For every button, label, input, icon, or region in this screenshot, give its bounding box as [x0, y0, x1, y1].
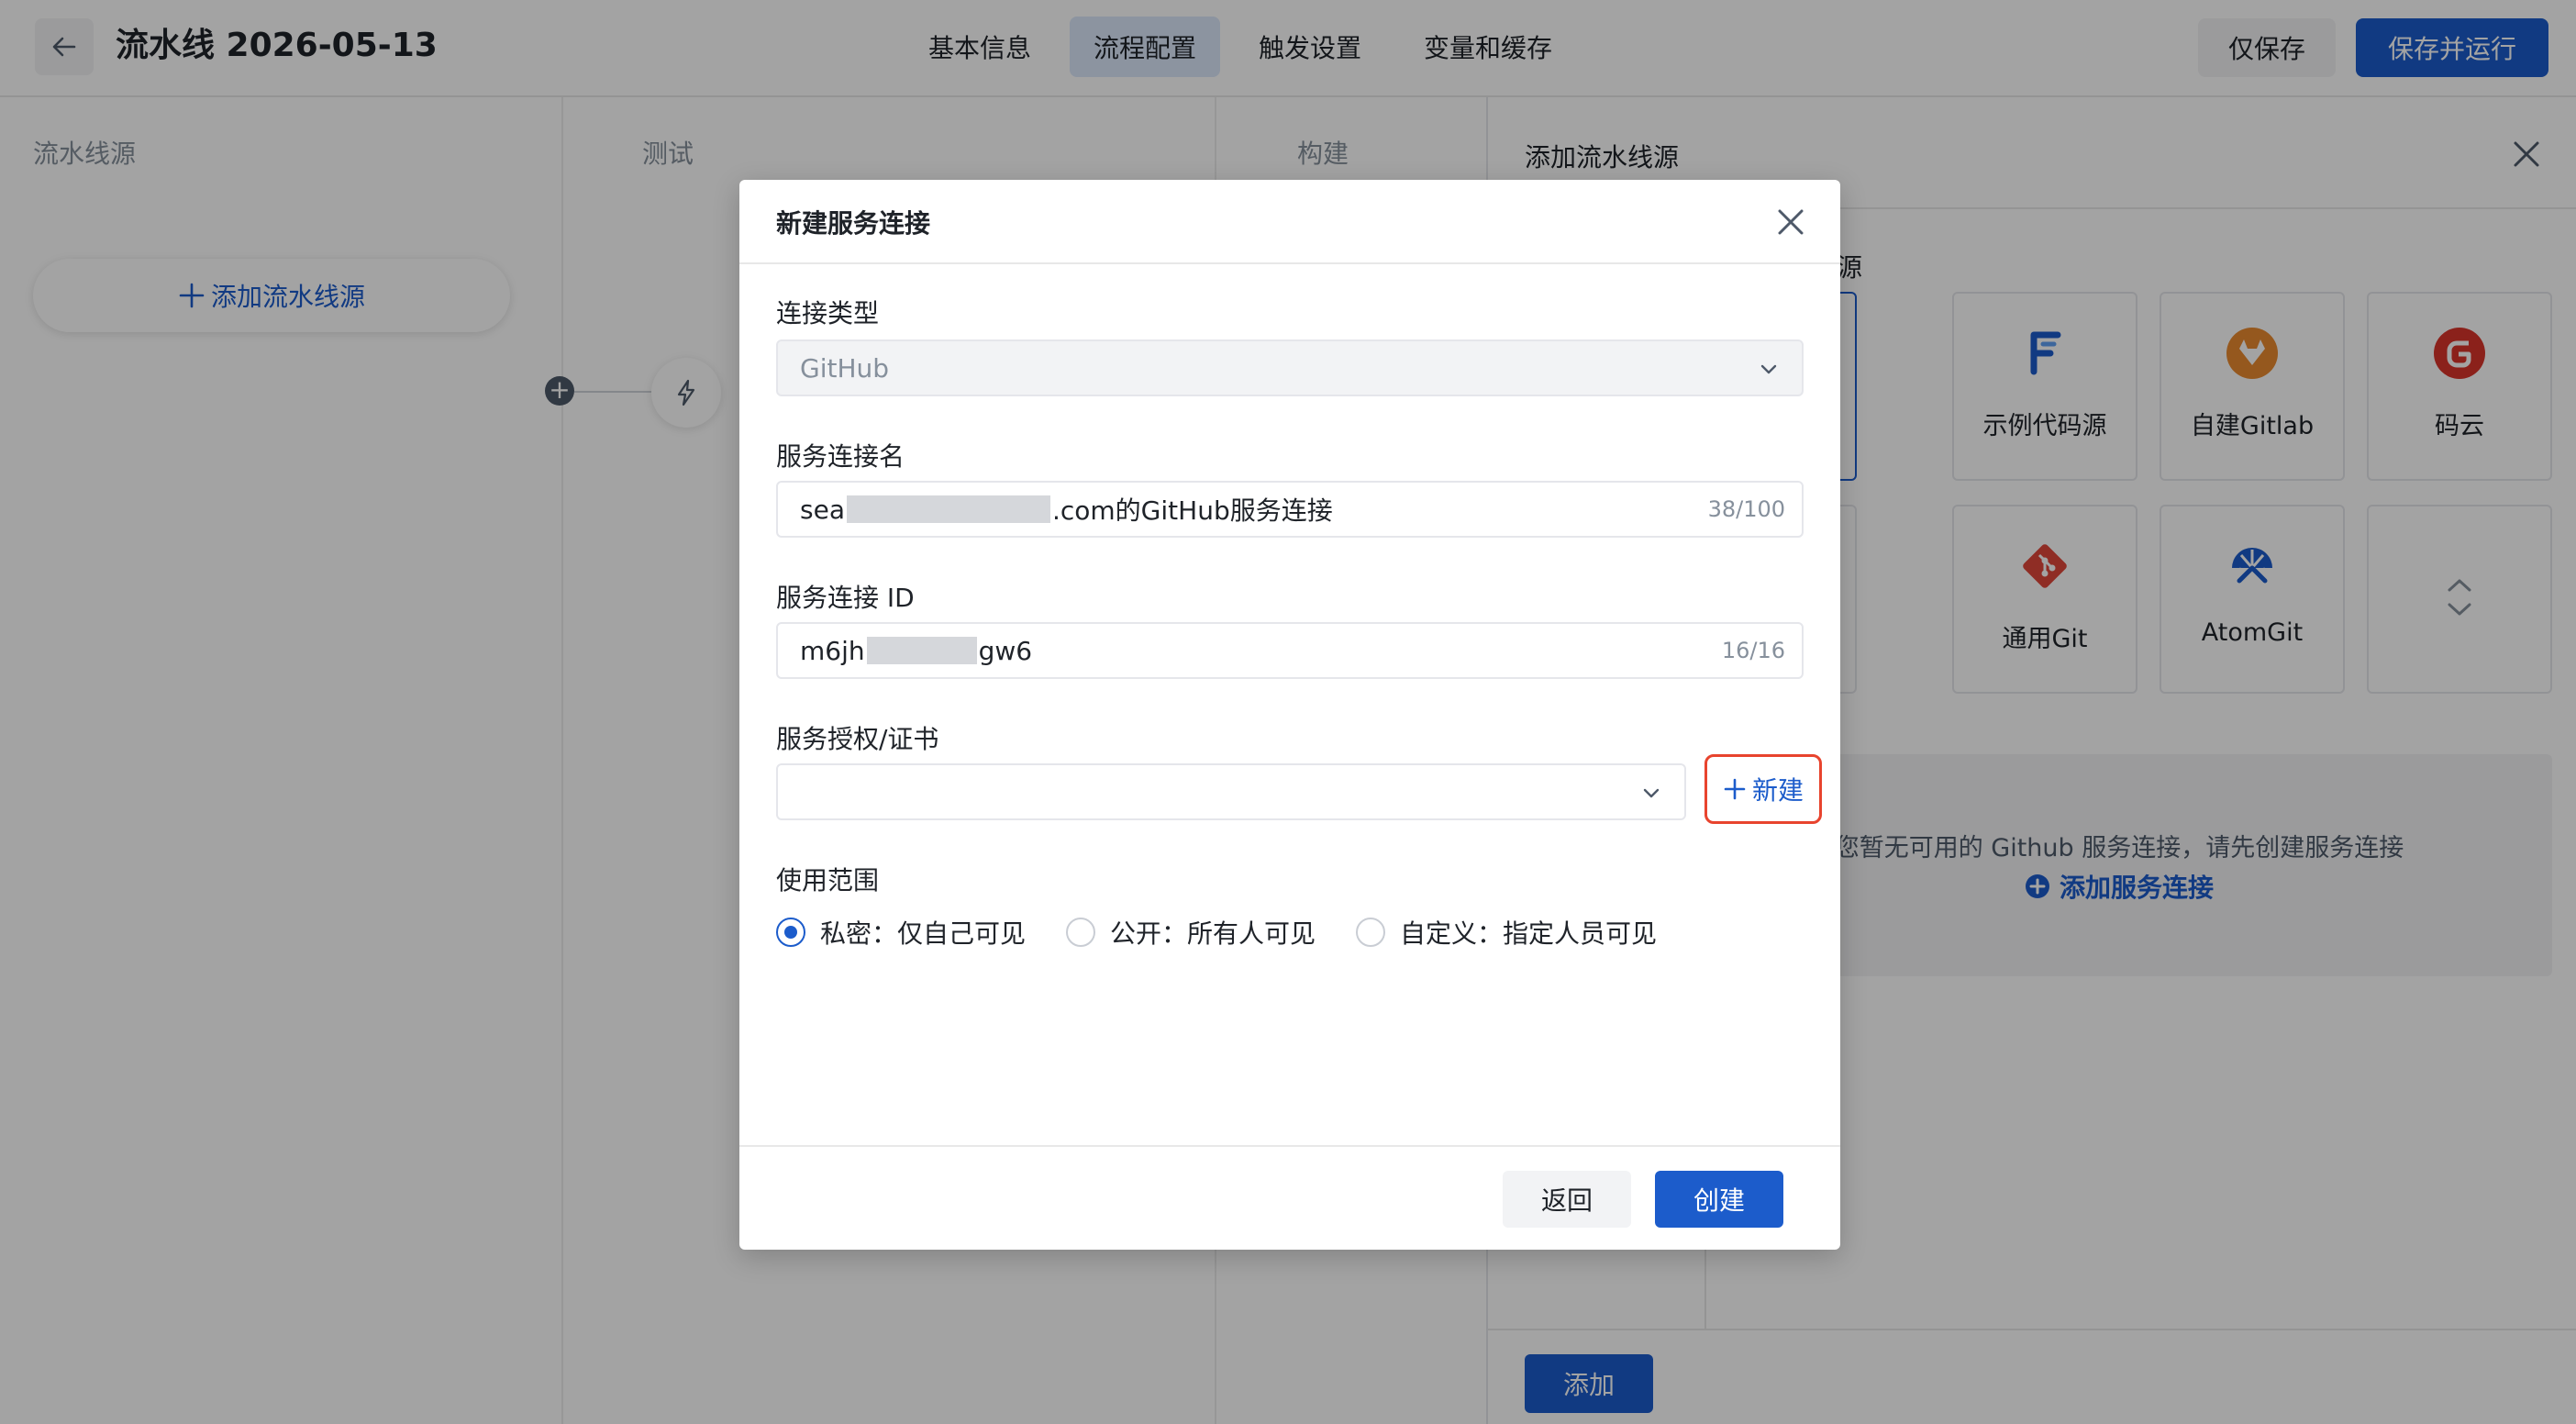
- radio-unchecked[interactable]: [1356, 918, 1386, 947]
- connection-type-select[interactable]: GitHub: [776, 339, 1804, 396]
- connection-name-input[interactable]: sea .com的GitHub服务连接 38/100: [776, 481, 1804, 538]
- char-counter: 16/16: [1721, 638, 1785, 663]
- create-button[interactable]: 创建: [1655, 1171, 1783, 1228]
- scope-option-private[interactable]: 私密：仅自己可见: [776, 914, 1026, 951]
- new-auth-button[interactable]: 新建: [1704, 754, 1822, 824]
- char-counter: 38/100: [1707, 496, 1785, 522]
- radio-unchecked[interactable]: [1066, 918, 1096, 947]
- new-service-connection-dialog: 新建服务连接 连接类型 GitHub 服务连接名 sea .com的GitHub…: [739, 180, 1840, 1250]
- dialog-title: 新建服务连接: [776, 208, 931, 239]
- plus-icon: [1724, 778, 1746, 800]
- connection-type-label: 连接类型: [776, 298, 880, 328]
- scope-label: 使用范围: [776, 865, 880, 896]
- radio-checked[interactable]: [776, 918, 805, 947]
- scope-option-public[interactable]: 公开：所有人可见: [1066, 914, 1316, 951]
- connection-type-value: GitHub: [800, 352, 890, 384]
- auth-label: 服务授权/证书: [776, 724, 939, 754]
- radio-label: 公开：所有人可见: [1110, 918, 1316, 949]
- back-button[interactable]: 返回: [1503, 1171, 1631, 1228]
- redacted-text: [846, 495, 1050, 523]
- connection-name-suffix: .com的GitHub服务连接: [1051, 495, 1333, 526]
- chevron-down-icon: [1760, 364, 1777, 374]
- connection-name-label: 服务连接名: [776, 441, 905, 472]
- scope-option-custom[interactable]: 自定义：指定人员可见: [1356, 914, 1657, 951]
- dialog-footer: 返回 创建: [739, 1145, 1840, 1250]
- auth-select[interactable]: [776, 763, 1686, 820]
- chevron-down-icon: [1643, 788, 1660, 798]
- connection-name-prefix: sea: [800, 494, 845, 525]
- connection-id-prefix: m6jh: [800, 635, 865, 666]
- dialog-header: 新建服务连接: [739, 180, 1840, 264]
- radio-label: 自定义：指定人员可见: [1400, 918, 1658, 949]
- connection-id-input[interactable]: m6jh gw6 16/16: [776, 622, 1804, 679]
- scope-radio-group: 私密：仅自己可见 公开：所有人可见 自定义：指定人员可见: [776, 914, 1697, 951]
- close-icon[interactable]: [1772, 204, 1809, 240]
- radio-label: 私密：仅自己可见: [820, 918, 1027, 949]
- redacted-text: [866, 637, 977, 664]
- new-auth-label: 新建: [1751, 775, 1804, 806]
- connection-id-suffix: gw6: [978, 635, 1033, 666]
- connection-id-label: 服务连接 ID: [776, 583, 915, 613]
